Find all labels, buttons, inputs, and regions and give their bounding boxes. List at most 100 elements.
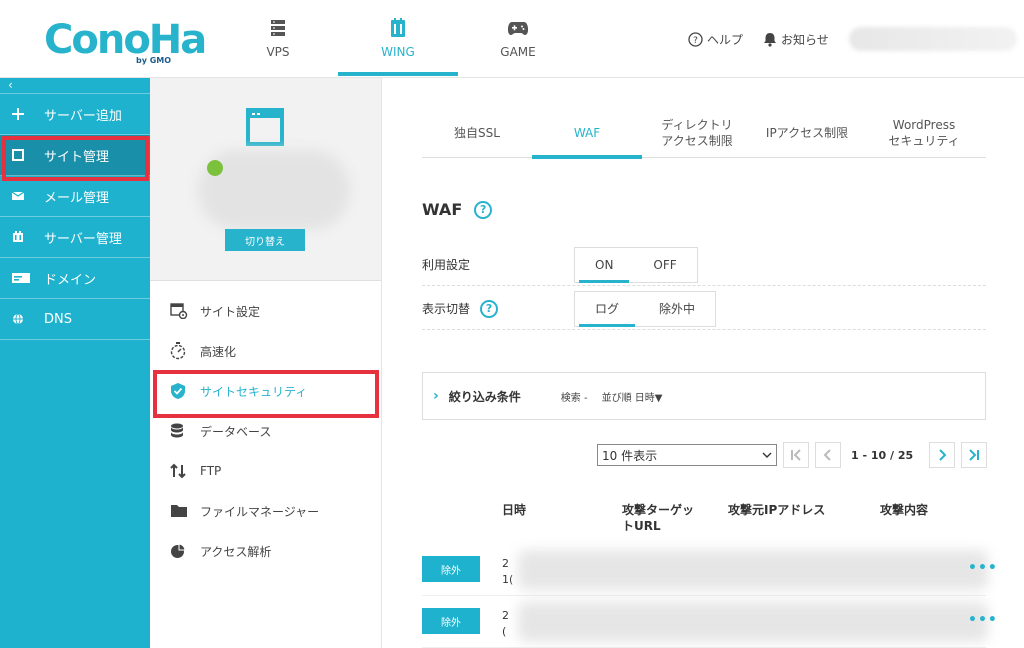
tab-label-line2: アクセス制限 [661, 134, 733, 148]
highlight-site-security [153, 370, 379, 418]
nav-vps-label: VPS [266, 45, 290, 59]
sidebar-item-add-server[interactable]: サーバー追加 [0, 94, 150, 135]
bell-icon [763, 32, 777, 47]
exclude-button[interactable]: 除外 [422, 608, 480, 634]
page-title: WAF ? [422, 200, 493, 219]
log-table-header: 日時 攻撃ターゲッ トURL 攻撃元IPアドレス 攻撃内容 [422, 502, 986, 542]
row-details-blurred [518, 550, 988, 590]
col-date: 日時 [502, 503, 527, 517]
tab-label-line2: セキュリティ [888, 134, 960, 148]
site-settings-icon [170, 303, 192, 319]
usage-toggle: ON OFF [574, 246, 698, 283]
nav-wing[interactable]: WING [338, 0, 458, 78]
tab-label: WAF [573, 126, 601, 140]
col-target-line2: トURL [622, 519, 661, 533]
menu-label: データベース [200, 424, 272, 439]
row-date: 2 1( [502, 556, 513, 588]
tab-directory-access[interactable]: ディレクトリ アクセス制限 [642, 108, 752, 158]
menu-file-manager[interactable]: ファイルマネージャー [150, 491, 381, 531]
view-toggle: ログ 除外中 [574, 290, 717, 327]
last-page-button[interactable] [961, 442, 988, 468]
menu-ftp[interactable]: FTP [150, 451, 381, 491]
help-link[interactable]: ? ヘルプ [688, 31, 743, 48]
browser-window-icon [246, 108, 284, 150]
tab-waf[interactable]: WAF [532, 108, 642, 159]
sidebar-item-dns[interactable]: DNS [0, 299, 150, 340]
exclude-button[interactable]: 除外 [422, 556, 480, 582]
switch-site-button[interactable]: 切り替え [225, 229, 305, 251]
view-help-icon[interactable]: ? [480, 299, 499, 318]
server-manage-icon [12, 231, 34, 243]
usage-setting-row: 利用設定 ON OFF [422, 244, 986, 286]
database-icon [170, 423, 192, 439]
menu-site-settings[interactable]: サイト設定 [150, 291, 381, 331]
row-date-line1: 2 [502, 557, 509, 570]
conoha-control-panel: ConoHa by GMO VPS WING GAME ? ヘルプ お知らせ ‹… [0, 0, 1024, 648]
svg-text:?: ? [693, 36, 698, 46]
prev-page-button[interactable] [815, 442, 841, 468]
per-page-value: 10 件表示 [602, 448, 658, 463]
tab-ssl[interactable]: 独自SSL [422, 108, 532, 158]
table-row: 除外 2 1( ••• [422, 544, 997, 596]
sidebar-item-label: DNS [44, 311, 72, 327]
table-row: 除外 2 ( ••• [422, 596, 997, 648]
page-title-text: WAF [422, 200, 463, 219]
sidebar-item-server-management[interactable]: サーバー管理 [0, 217, 150, 258]
col-target-line1: 攻撃ターゲッ [622, 503, 695, 517]
usage-on-option[interactable]: ON [575, 248, 633, 283]
plus-icon [12, 108, 34, 120]
menu-label: アクセス解析 [200, 544, 272, 559]
first-page-button[interactable] [783, 442, 809, 468]
sidebar-item-domain[interactable]: ドメイン [0, 258, 150, 299]
wing-server-icon [390, 18, 406, 37]
conoha-logo[interactable]: ConoHa by GMO [44, 17, 207, 66]
view-label: 表示切替 [422, 302, 471, 316]
account-menu[interactable] [848, 27, 1017, 51]
sidebar-item-label: メール管理 [44, 190, 110, 206]
sidebar-item-mail-management[interactable]: メール管理 [0, 176, 150, 217]
row-more-icon[interactable]: ••• [968, 560, 998, 576]
menu-label: サイト設定 [200, 304, 261, 319]
menu-speedup[interactable]: 高速化 [150, 331, 381, 371]
menu-label: FTP [200, 464, 222, 478]
logo-sub: by GMO [136, 56, 172, 65]
nav-wing-label: WING [381, 45, 415, 59]
tab-ip-access[interactable]: IPアクセス制限 [752, 108, 862, 158]
nav-game[interactable]: GAME [458, 0, 578, 78]
highlight-site-management [2, 136, 149, 181]
filter-panel[interactable]: › 絞り込み条件 検索 - 並び順 日時▼ [422, 372, 986, 420]
help-label: ヘルプ [707, 32, 744, 47]
notice-label: お知らせ [781, 32, 829, 47]
menu-label: 高速化 [200, 344, 237, 359]
chevron-down-icon [762, 448, 772, 462]
top-header: ConoHa by GMO VPS WING GAME ? ヘルプ お知らせ [0, 0, 1024, 78]
menu-access-analysis[interactable]: アクセス解析 [150, 531, 381, 571]
notice-link[interactable]: お知らせ [763, 31, 829, 48]
per-page-select[interactable]: 10 件表示 [597, 444, 777, 466]
next-page-button[interactable] [929, 442, 956, 468]
row-details-blurred [518, 602, 988, 642]
view-log-option[interactable]: ログ [575, 292, 639, 327]
transfer-icon [170, 463, 192, 479]
sidebar-item-label: サーバー管理 [44, 231, 122, 247]
usage-off-option[interactable]: OFF [633, 248, 696, 282]
view-excluded-option[interactable]: 除外中 [639, 292, 715, 326]
collapse-sidebar-button[interactable]: ‹ [0, 78, 150, 94]
server-icon [270, 19, 286, 37]
pie-chart-icon [170, 543, 192, 559]
row-date-line2: 1( [502, 573, 514, 586]
row-date: 2 ( [502, 608, 509, 640]
tab-wordpress-security[interactable]: WordPress セキュリティ [862, 108, 986, 158]
menu-label: ファイルマネージャー [200, 504, 320, 519]
sidebar-item-label: サーバー追加 [44, 108, 122, 124]
stopwatch-icon [170, 342, 192, 360]
site-summary: 切り替え [150, 78, 381, 281]
help-icon[interactable]: ? [474, 200, 493, 219]
logo-text: ConoHa [44, 17, 207, 63]
row-more-icon[interactable]: ••• [968, 612, 998, 628]
mail-icon [12, 191, 34, 201]
gamepad-icon [508, 19, 528, 37]
page-range: 1 - 10 / 25 [851, 448, 914, 462]
nav-vps[interactable]: VPS [218, 0, 338, 78]
filter-label: 絞り込み条件 [448, 389, 521, 404]
